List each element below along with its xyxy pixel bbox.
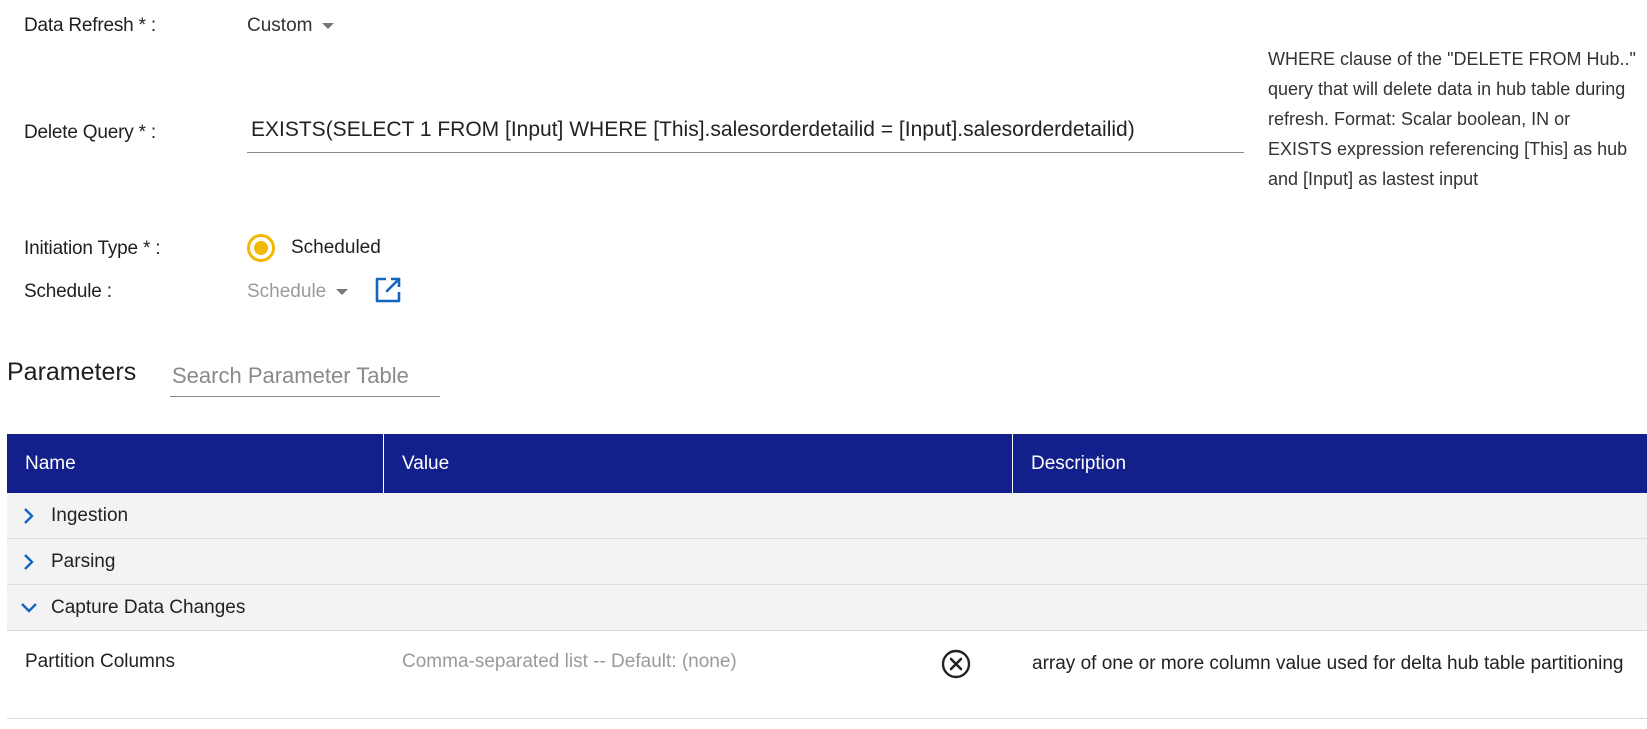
caret-down-icon — [336, 289, 349, 295]
caret-down-icon — [322, 23, 335, 29]
delete-query-help-text: WHERE clause of the "DELETE FROM Hub.." … — [1268, 49, 1636, 189]
group-row-parsing[interactable]: Parsing — [7, 539, 1647, 585]
parameter-value-cell — [384, 631, 1013, 718]
page-root: Data Refresh * : Custom Delete Query * :… — [0, 0, 1647, 729]
group-label: Capture Data Changes — [51, 596, 246, 618]
group-label: Parsing — [51, 550, 116, 572]
chevron-right-icon — [7, 493, 51, 538]
schedule-dropdown[interactable]: Schedule — [247, 281, 349, 303]
table-row: Partition Columns array of one or more c… — [7, 631, 1647, 719]
column-header-value[interactable]: Value — [384, 434, 1013, 493]
radio-selected-icon — [247, 234, 275, 262]
open-in-new-icon[interactable] — [373, 275, 403, 305]
data-refresh-value: Custom — [247, 15, 313, 36]
initiation-type-label: Initiation Type * : — [24, 238, 161, 259]
scheduled-radio[interactable]: Scheduled — [247, 234, 381, 262]
schedule-label: Schedule : — [24, 281, 112, 302]
data-refresh-label: Data Refresh * : — [24, 15, 156, 36]
data-refresh-dropdown[interactable]: Custom — [247, 15, 335, 37]
scheduled-radio-label: Scheduled — [291, 237, 381, 258]
delete-query-input[interactable] — [247, 107, 1244, 153]
table-header: Name Value Description — [7, 434, 1647, 493]
column-header-description[interactable]: Description — [1013, 434, 1647, 493]
chevron-right-icon — [7, 539, 51, 584]
group-row-ingestion[interactable]: Ingestion — [7, 493, 1647, 539]
clear-circle-icon[interactable] — [940, 648, 972, 680]
chevron-down-icon — [7, 585, 51, 630]
group-label: Ingestion — [51, 504, 129, 526]
schedule-placeholder: Schedule — [247, 281, 327, 302]
group-row-capture-data-changes[interactable]: Capture Data Changes — [7, 585, 1647, 631]
delete-query-label: Delete Query * : — [24, 122, 156, 143]
column-header-name[interactable]: Name — [7, 434, 384, 493]
parameters-title: Parameters — [7, 358, 137, 386]
parameter-value-input[interactable] — [402, 651, 942, 673]
parameter-description: array of one or more column value used f… — [1032, 653, 1624, 674]
parameter-name: Partition Columns — [25, 651, 175, 672]
parameter-table: Name Value Description Ingestion Parsing… — [7, 434, 1647, 719]
parameter-search-input[interactable] — [170, 355, 440, 397]
